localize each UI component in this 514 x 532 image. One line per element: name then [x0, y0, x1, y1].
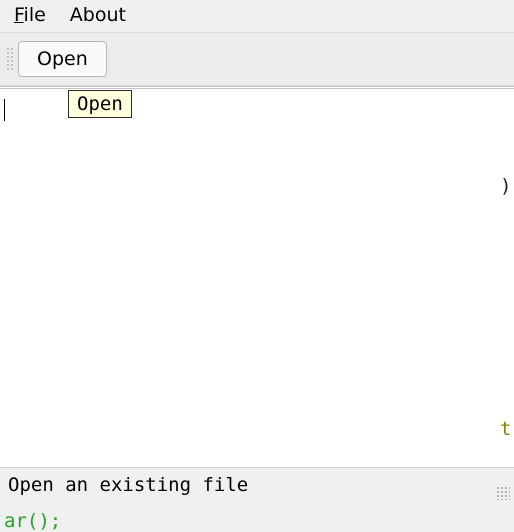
- toolbar-grip-icon: [6, 47, 14, 71]
- menubar: File About: [0, 0, 514, 32]
- background-code-fragment: ) t n t A: [500, 89, 514, 467]
- toolbar: Open: [0, 32, 514, 86]
- open-button-tooltip: Open: [68, 90, 132, 118]
- statusbar: Open an existing file: [0, 467, 514, 504]
- text-editor[interactable]: [0, 89, 500, 467]
- status-text: Open an existing file: [8, 474, 248, 496]
- open-button[interactable]: Open: [18, 41, 107, 77]
- background-bottom-fragment: ar();: [0, 510, 65, 532]
- menu-about[interactable]: About: [70, 4, 126, 26]
- editor-area: ) t n t A: [0, 86, 514, 467]
- text-caret-icon: [4, 99, 5, 121]
- menu-file[interactable]: File: [14, 4, 46, 26]
- size-grip-icon[interactable]: [496, 486, 510, 500]
